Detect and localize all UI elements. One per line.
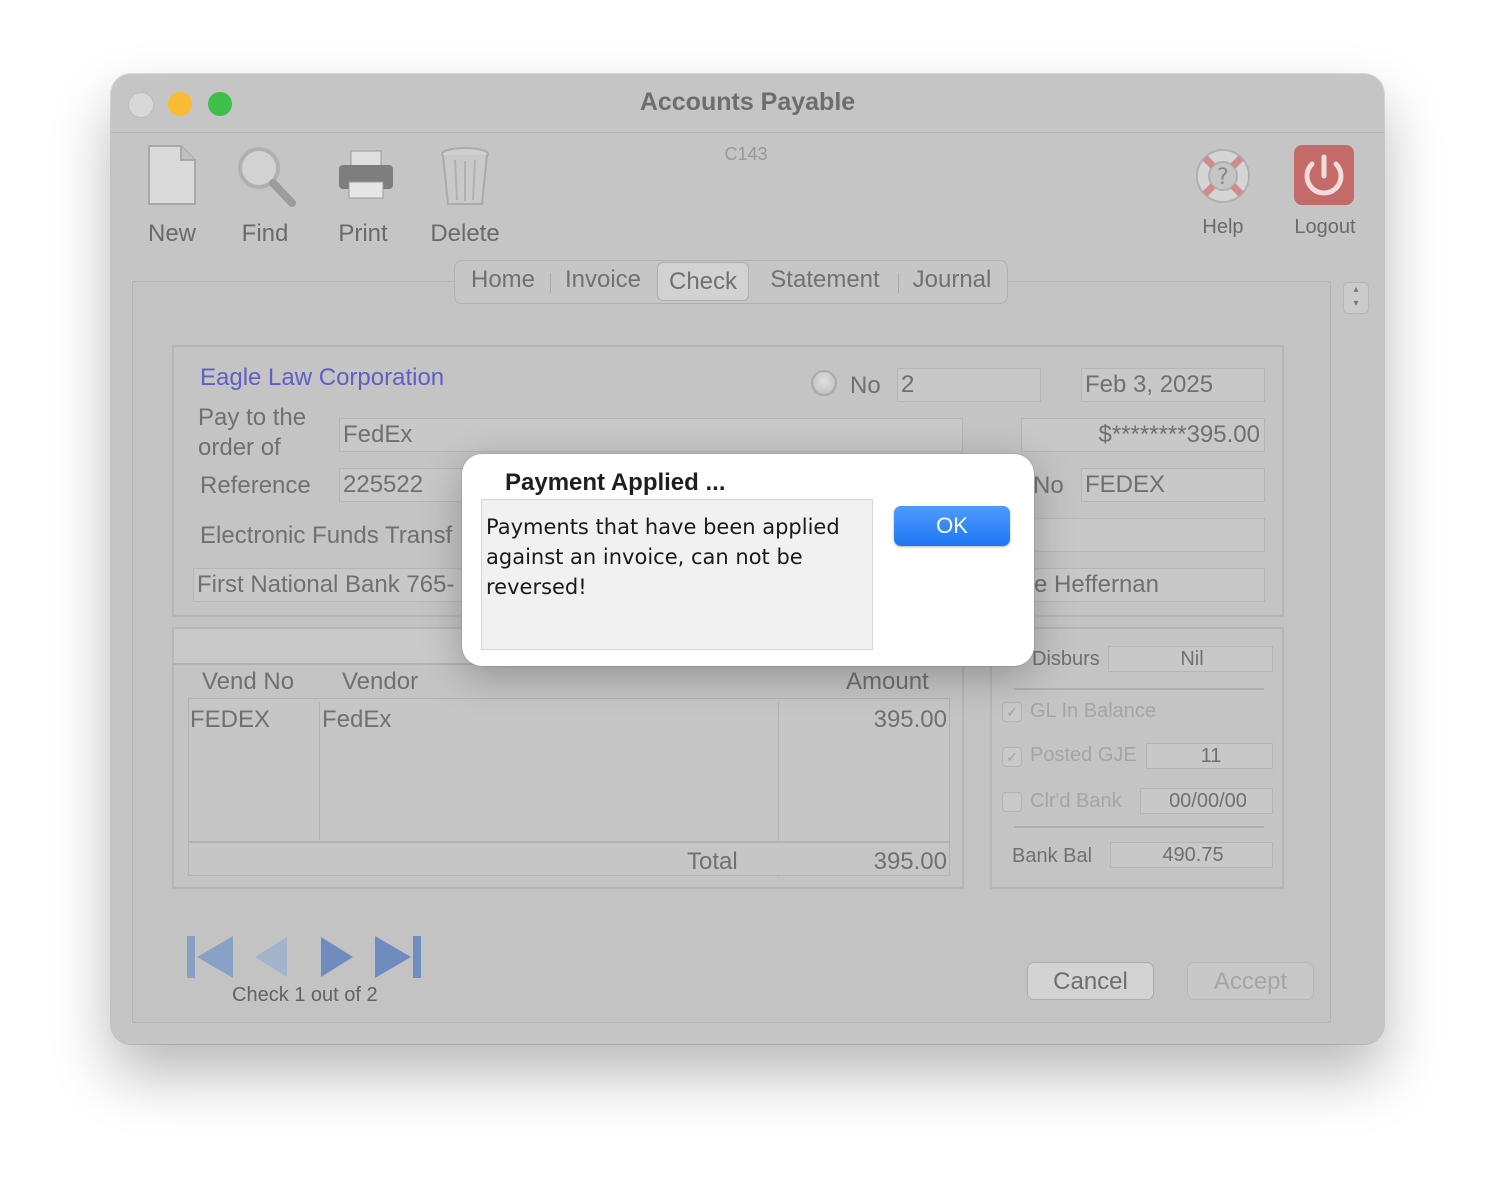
- col-header-vend-no: Vend No: [202, 668, 295, 695]
- table-row[interactable]: FedEx: [322, 706, 391, 734]
- clrd-bank-label: Clr'd Bank: [1030, 790, 1122, 812]
- order-of-label: order of: [198, 434, 281, 461]
- posted-gje-label: Posted GJE: [1030, 744, 1137, 766]
- signer-field[interactable]: e Heffernan: [1021, 568, 1265, 602]
- check-no-field[interactable]: 2: [897, 368, 1041, 402]
- check-no-radio[interactable]: [811, 370, 837, 396]
- title-bar: Accounts Payable: [111, 74, 1384, 133]
- total-label: Total: [687, 848, 738, 875]
- disburs-field[interactable]: Nil: [1108, 646, 1273, 672]
- new-document-icon: [148, 145, 196, 205]
- tab-divider: [898, 273, 899, 293]
- check-date-field[interactable]: Feb 3, 2025: [1081, 368, 1265, 402]
- grid-col-divider: [319, 702, 320, 840]
- vendor-no-field[interactable]: FEDEX: [1081, 468, 1265, 502]
- record-status: Check 1 out of 2: [232, 984, 378, 1006]
- table-row[interactable]: 395.00: [811, 706, 947, 734]
- pay-to-label: Pay to the: [198, 404, 307, 431]
- bank-bal-label: Bank Bal: [1012, 845, 1093, 867]
- tab-bar: Home Invoice Check Statement Journal: [454, 260, 1008, 304]
- next-record-icon[interactable]: [319, 936, 355, 978]
- scroll-stepper[interactable]: ▴ ▾: [1343, 282, 1369, 314]
- previous-record-icon[interactable]: [253, 936, 289, 978]
- col-header-amount: Amount: [846, 668, 929, 695]
- new-label: New: [147, 220, 196, 247]
- total-value: 395.00: [873, 848, 947, 875]
- find-label: Find: [241, 220, 289, 247]
- tab-invoice[interactable]: Invoice: [554, 261, 652, 303]
- first-record-icon[interactable]: [185, 934, 235, 980]
- dialog-title: Payment Applied ...: [505, 469, 726, 496]
- tab-check[interactable]: Check: [657, 262, 749, 301]
- eft-field[interactable]: [1021, 518, 1265, 552]
- svg-text:?: ?: [1217, 165, 1229, 190]
- ok-button[interactable]: OK: [894, 506, 1010, 546]
- logout-label: Logout: [1294, 216, 1356, 238]
- amount-field[interactable]: $********395.00: [1021, 418, 1265, 452]
- tab-home[interactable]: Home: [459, 261, 547, 303]
- last-record-icon[interactable]: [373, 934, 423, 980]
- reference-label: Reference: [200, 472, 311, 499]
- divider: [1014, 688, 1264, 690]
- tab-divider: [550, 273, 551, 293]
- disburs-label: Disburs: [1032, 648, 1100, 670]
- table-row[interactable]: FEDEX: [190, 706, 270, 734]
- col-header-vendor: Vendor: [342, 668, 419, 695]
- clrd-bank-checkbox[interactable]: [1002, 792, 1022, 812]
- posted-gje-checkbox[interactable]: ✓: [1002, 747, 1022, 767]
- print-label: Print: [338, 220, 388, 247]
- trash-icon: [441, 147, 489, 205]
- company-name[interactable]: Eagle Law Corporation: [200, 364, 444, 392]
- gl-balance-checkbox[interactable]: ✓: [1002, 702, 1022, 722]
- power-icon: [1294, 145, 1354, 205]
- help-label: Help: [1202, 216, 1244, 238]
- clrd-bank-field[interactable]: 00/00/00: [1140, 788, 1273, 814]
- posted-gje-field[interactable]: 11: [1146, 743, 1273, 769]
- printer-icon: [339, 150, 393, 199]
- tab-statement[interactable]: Statement: [755, 261, 895, 303]
- cancel-button[interactable]: Cancel: [1027, 962, 1154, 1000]
- dialog-message: Payments that have been applied against …: [481, 499, 873, 650]
- gl-balance-label: GL In Balance: [1030, 700, 1157, 722]
- eft-label: Electronic Funds Transf: [200, 522, 453, 549]
- vendor-no-label: No: [1033, 472, 1064, 499]
- payee-field[interactable]: FedEx: [339, 418, 963, 452]
- payment-applied-dialog: Payment Applied ... Payments that have b…: [462, 454, 1034, 666]
- tab-journal[interactable]: Journal: [902, 261, 1002, 303]
- check-no-label: No: [850, 372, 881, 399]
- lifebuoy-help-icon: ?: [1196, 149, 1250, 203]
- accept-button[interactable]: Accept: [1187, 962, 1314, 1000]
- bank-bal-field[interactable]: 490.75: [1110, 842, 1273, 868]
- window-title: Accounts Payable: [639, 88, 856, 116]
- screen-code: C143: [724, 144, 768, 164]
- magnifier-icon: [238, 147, 296, 207]
- delete-label: Delete: [430, 220, 500, 247]
- divider: [1014, 826, 1264, 828]
